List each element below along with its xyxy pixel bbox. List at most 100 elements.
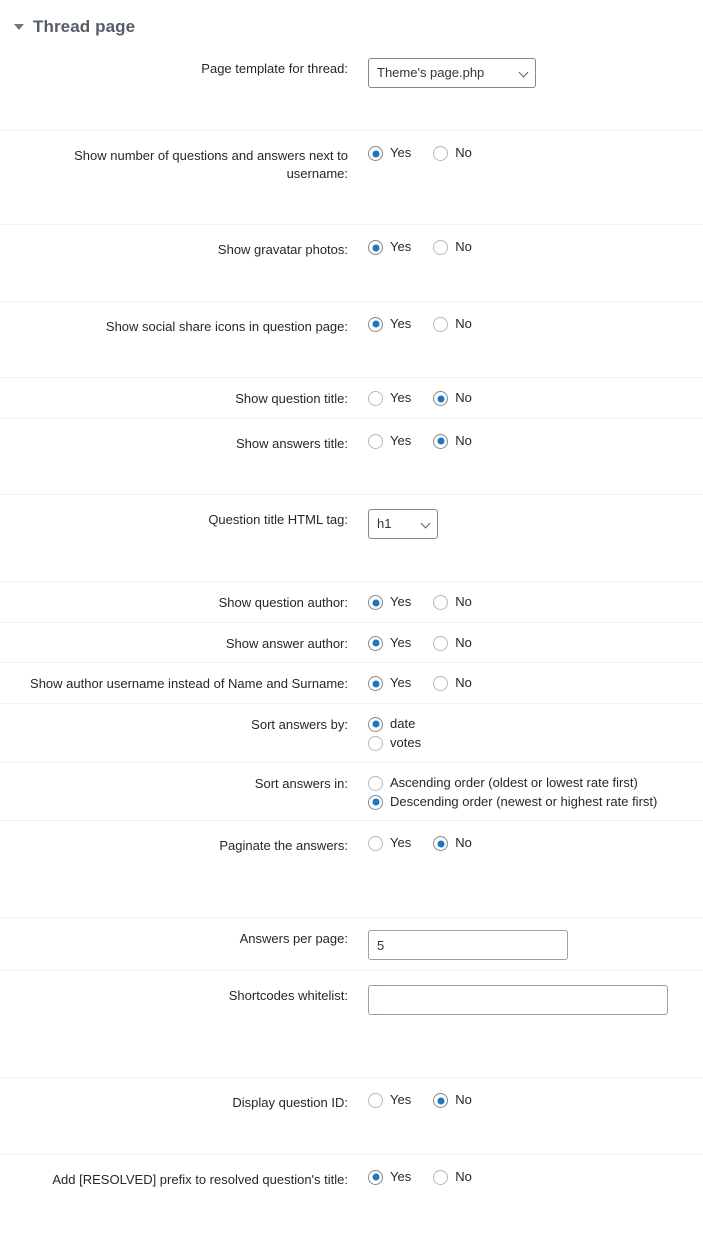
label-show-username: Show author username instead of Name and… [30, 676, 348, 692]
label-title-tag: Question title HTML tag: [208, 512, 348, 528]
row-show-counts: Show number of questions and answers nex… [0, 130, 703, 225]
radio-label: Yes [390, 1092, 412, 1108]
row-display-question-id: Display question ID: Yes No [0, 1077, 703, 1155]
label-show-answers-title: Show answers title: [236, 435, 348, 451]
radio-show-question-author-no[interactable]: No [433, 594, 472, 611]
radio-show-gravatar-yes[interactable]: Yes [368, 239, 411, 256]
radio-group-sort-answers-in: Ascending order (oldest or lowest rate f… [368, 775, 693, 811]
radio-show-question-author-yes[interactable]: Yes [368, 594, 411, 611]
control-answers-per-page [358, 918, 703, 971]
page-template-select[interactable]: Theme's page.php [368, 58, 536, 88]
control-show-social: Yes No [358, 301, 703, 378]
row-page-template: Page template for thread: Theme's page.p… [0, 44, 703, 131]
control-sort-answers-by: date votes [358, 703, 703, 762]
radio-paginate-yes[interactable]: Yes [368, 835, 411, 852]
control-show-username: Yes No [358, 663, 703, 704]
radio-icon-checked[interactable] [368, 794, 383, 810]
radio-sort-by-date[interactable]: date [368, 716, 693, 733]
radio-resolved-prefix-yes[interactable]: Yes [368, 1169, 411, 1186]
radio-paginate-no[interactable]: No [433, 835, 472, 852]
radio-group-display-question-id: Yes No [368, 1092, 693, 1109]
radio-icon-unchecked[interactable] [433, 240, 449, 256]
radio-label: Descending order (newest or highest rate… [390, 793, 658, 809]
radio-label: No [455, 315, 472, 331]
control-sort-answers-in: Ascending order (oldest or lowest rate f… [358, 762, 703, 821]
radio-icon-unchecked[interactable] [433, 595, 449, 611]
radio-resolved-prefix-no[interactable]: No [433, 1169, 472, 1186]
radio-icon-checked[interactable] [368, 146, 383, 161]
radio-icon-unchecked[interactable] [433, 676, 449, 692]
radio-show-username-no[interactable]: No [433, 675, 472, 692]
radio-show-question-title-no[interactable]: No [433, 390, 472, 407]
radio-icon-checked[interactable] [368, 635, 383, 651]
radio-icon-checked[interactable] [368, 595, 383, 611]
radio-icon-unchecked[interactable] [368, 836, 383, 852]
radio-icon-unchecked[interactable] [433, 635, 449, 651]
radio-icon-unchecked[interactable] [433, 316, 449, 332]
radio-label: Yes [390, 390, 412, 406]
page-template-select-wrap[interactable]: Theme's page.php [368, 58, 536, 88]
radio-label: No [455, 239, 472, 255]
page-title: Thread page [33, 17, 136, 36]
radio-label: No [455, 390, 472, 406]
radio-icon-unchecked[interactable] [368, 775, 383, 791]
radio-label: Yes [390, 835, 412, 851]
radio-show-answers-title-no[interactable]: No [433, 433, 472, 450]
label-show-question-author: Show question author: [218, 595, 348, 611]
radio-label: Yes [390, 634, 412, 650]
radio-label: No [455, 1168, 472, 1184]
radio-display-question-id-yes[interactable]: Yes [368, 1092, 411, 1109]
radio-sort-in-descending[interactable]: Descending order (newest or highest rate… [368, 794, 693, 811]
radio-icon-checked[interactable] [433, 836, 449, 852]
radio-icon-checked[interactable] [433, 391, 449, 407]
control-title-tag: h1 [358, 495, 703, 582]
radio-icon-unchecked[interactable] [368, 1093, 383, 1109]
radio-show-username-yes[interactable]: Yes [368, 675, 411, 692]
label-show-counts: Show number of questions and answers nex… [74, 148, 348, 181]
panel-header[interactable]: Thread page [0, 0, 703, 44]
control-show-answer-author: Yes No [358, 622, 703, 663]
radio-sort-by-votes[interactable]: votes [368, 735, 693, 752]
radio-group-show-answer-author: Yes No [368, 635, 693, 652]
control-page-template: Theme's page.php [358, 44, 703, 131]
radio-label: date [390, 715, 416, 731]
title-tag-select[interactable]: h1 [368, 509, 438, 540]
radio-show-question-title-yes[interactable]: Yes [368, 390, 411, 407]
label-answers-per-page: Answers per page: [239, 931, 348, 947]
radio-icon-unchecked[interactable] [433, 146, 449, 161]
label-page-template: Page template for thread: [201, 61, 348, 76]
radio-show-answer-author-no[interactable]: No [433, 635, 472, 652]
radio-display-question-id-no[interactable]: No [433, 1092, 472, 1109]
radio-show-gravatar-no[interactable]: No [433, 239, 472, 256]
row-sort-answers-by: Sort answers by: date votes [0, 703, 703, 762]
shortcodes-whitelist-input[interactable] [368, 985, 668, 1016]
control-show-gravatar: Yes No [358, 225, 703, 302]
row-resolved-prefix: Add [RESOLVED] prefix to resolved questi… [0, 1154, 703, 1230]
radio-group-show-social: Yes No [368, 316, 693, 333]
answers-per-page-input[interactable] [368, 930, 568, 961]
radio-sort-in-ascending[interactable]: Ascending order (oldest or lowest rate f… [368, 775, 693, 792]
radio-icon-checked[interactable] [368, 716, 383, 732]
radio-show-counts-no[interactable]: No [433, 145, 472, 162]
radio-icon-unchecked[interactable] [433, 1169, 449, 1185]
radio-icon-checked[interactable] [368, 316, 383, 332]
radio-icon-checked[interactable] [368, 676, 383, 692]
radio-show-answers-title-yes[interactable]: Yes [368, 433, 411, 450]
radio-label: No [455, 432, 472, 448]
radio-icon-checked[interactable] [368, 1169, 383, 1185]
radio-icon-unchecked[interactable] [368, 433, 383, 449]
radio-show-social-no[interactable]: No [433, 316, 472, 333]
radio-icon-unchecked[interactable] [368, 735, 383, 751]
radio-group-show-question-author: Yes No [368, 594, 693, 611]
caret-down-icon[interactable] [14, 24, 24, 30]
radio-icon-unchecked[interactable] [368, 391, 383, 407]
radio-icon-checked[interactable] [368, 240, 383, 256]
row-show-username: Show author username instead of Name and… [0, 662, 703, 704]
title-tag-select-wrap[interactable]: h1 [368, 509, 438, 540]
radio-show-answer-author-yes[interactable]: Yes [368, 635, 411, 652]
radio-show-counts-yes[interactable]: Yes [368, 145, 411, 162]
radio-icon-checked[interactable] [433, 433, 449, 449]
radio-icon-checked[interactable] [433, 1093, 449, 1109]
radio-show-social-yes[interactable]: Yes [368, 316, 411, 333]
control-paginate: Yes No [358, 821, 703, 918]
